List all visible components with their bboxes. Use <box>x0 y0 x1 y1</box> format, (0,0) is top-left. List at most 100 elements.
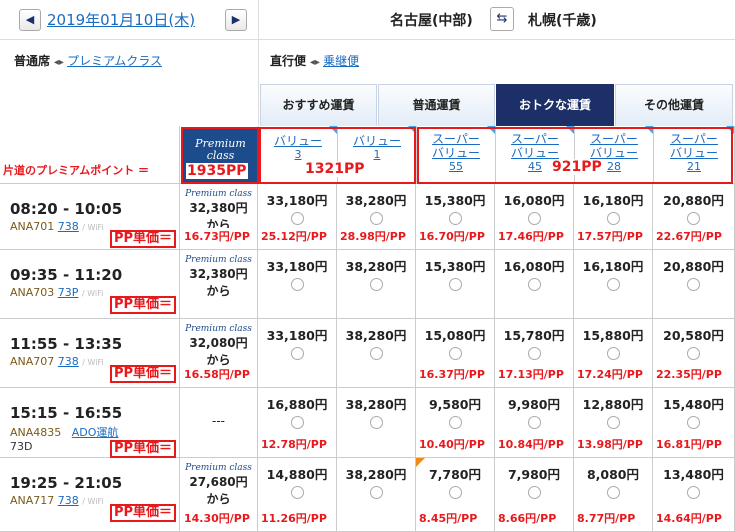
fare-price: 16,180円 <box>582 259 644 274</box>
fare-radio[interactable] <box>687 416 700 429</box>
fare-radio[interactable] <box>448 212 462 225</box>
aircraft-link[interactable]: 73P <box>58 286 79 299</box>
fare-cell[interactable]: 33,180円 <box>258 319 337 387</box>
fare-cell[interactable]: 15,480円 16.81円/PP <box>653 388 735 457</box>
fare-cell[interactable]: 38,280円 <box>337 388 416 457</box>
pp-unit-label: PP単価＝ <box>110 504 177 522</box>
flight-number-row: ANA4835 ADO運航 73D <box>10 424 118 453</box>
fare-radio[interactable] <box>527 347 541 360</box>
fare-radio[interactable] <box>687 212 700 225</box>
fare-cell[interactable]: 8,080円 8.77円/PP <box>574 458 653 531</box>
fare-radio[interactable] <box>369 278 383 291</box>
wifi-icon: / WiFi <box>82 358 104 367</box>
fare-price: 15,880円 <box>582 328 644 343</box>
aircraft-link[interactable]: 738 <box>58 494 79 507</box>
fare-radio[interactable] <box>290 416 304 429</box>
fare-cell[interactable]: 7,780円 8.45円/PP <box>416 458 495 531</box>
fare-cell[interactable]: 16,080円 <box>495 250 574 318</box>
date-link[interactable]: 2019年01月10日(木) <box>47 9 195 30</box>
seat-alt-link[interactable]: プレミアムクラス <box>67 54 162 68</box>
premium-price[interactable]: 32,080円 <box>180 334 257 351</box>
fare-radio[interactable] <box>448 486 462 499</box>
fare-radio[interactable] <box>290 486 304 499</box>
aircraft-link[interactable]: 738 <box>58 355 79 368</box>
flight-time: 19:25 - 21:05 <box>10 474 123 492</box>
tab-discount[interactable]: おトクな運賃 <box>496 84 614 126</box>
pp-unit-value: 25.12円/PP <box>261 228 327 244</box>
fare-cell[interactable]: 16,080円 17.46円/PP <box>495 184 574 249</box>
next-day-button[interactable]: ▶ <box>225 9 247 31</box>
fare-cell[interactable]: 33,180円 25.12円/PP <box>258 184 337 249</box>
fare-cell[interactable]: 20,880円 22.67円/PP <box>653 184 735 249</box>
fare-cell[interactable]: 12,880円 13.98円/PP <box>574 388 653 457</box>
fare-cell[interactable]: 15,380円 <box>416 250 495 318</box>
fare-cell[interactable]: 38,280円 <box>337 458 416 531</box>
fare-cell[interactable]: 15,880円 17.24円/PP <box>574 319 653 387</box>
fare-cell[interactable]: 13,480円 14.64円/PP <box>653 458 735 531</box>
premium-price[interactable]: 32,380円 <box>180 265 257 282</box>
pp-unit-label: PP単価＝ <box>110 365 177 383</box>
fare-price: 7,980円 <box>507 467 561 482</box>
premium-price-cell: Premium class 27,680円 から 14.30円/PP <box>180 458 258 531</box>
fare-radio[interactable] <box>448 416 462 429</box>
swap-route-button[interactable]: ⇆ <box>490 7 514 31</box>
fare-radio[interactable] <box>527 416 541 429</box>
fare-radio[interactable] <box>369 347 383 360</box>
fare-radio[interactable] <box>527 486 541 499</box>
fare-radio[interactable] <box>369 416 383 429</box>
premium-price[interactable]: 32,380円 <box>180 199 257 216</box>
route-alt-link[interactable]: 乗継便 <box>323 54 359 68</box>
fare-cell[interactable]: 15,380円 16.70円/PP <box>416 184 495 249</box>
fare-radio[interactable] <box>290 278 304 291</box>
fare-radio[interactable] <box>606 347 620 360</box>
fare-radio[interactable] <box>687 278 700 291</box>
fare-radio[interactable] <box>369 486 383 499</box>
codeshare-link[interactable]: ADO運航 <box>72 426 119 439</box>
fare-cell[interactable]: 38,280円 <box>337 250 416 318</box>
fare-radio[interactable] <box>606 486 620 499</box>
fare-cell[interactable]: 33,180円 <box>258 250 337 318</box>
fare-cell[interactable]: 16,880円 12.78円/PP <box>258 388 337 457</box>
prev-day-button[interactable]: ◀ <box>19 9 41 31</box>
fare-cell[interactable]: 7,980円 8.66円/PP <box>495 458 574 531</box>
fare-price: 16,080円 <box>503 259 565 274</box>
tab-normal[interactable]: 普通運賃 <box>378 84 495 126</box>
fare-cell[interactable]: 20,580円 22.35円/PP <box>653 319 735 387</box>
fare-cell[interactable]: 16,180円 17.57円/PP <box>574 184 653 249</box>
fare-radio[interactable] <box>606 416 620 429</box>
fare-cell[interactable]: 14,880円 11.26円/PP <box>258 458 337 531</box>
premium-price-cell: --- <box>180 388 258 457</box>
fare-cell[interactable]: 20,880円 <box>653 250 735 318</box>
fare-radio[interactable] <box>606 278 620 291</box>
flight-number: ANA703 <box>10 286 55 299</box>
fare-radio[interactable] <box>687 486 700 499</box>
fare-price: 38,280円 <box>345 259 407 274</box>
fare-price: 8,080円 <box>586 467 640 482</box>
fare-radio[interactable] <box>448 278 462 291</box>
flight-number-row: ANA707 738 / WiFi <box>10 355 104 368</box>
premium-price[interactable]: 27,680円 <box>180 473 257 490</box>
fare-radio[interactable] <box>606 212 620 225</box>
fare-radio[interactable] <box>687 347 700 360</box>
swap-icon: ⇆ <box>496 11 508 26</box>
flight-number-row: ANA701 738 / WiFi <box>10 220 104 233</box>
fare-cell[interactable]: 15,780円 17.13円/PP <box>495 319 574 387</box>
fare-cell[interactable]: 38,280円 28.98円/PP <box>337 184 416 249</box>
fare-radio[interactable] <box>527 278 541 291</box>
fare-cell[interactable]: 15,080円 16.37円/PP <box>416 319 495 387</box>
tab-other[interactable]: その他運賃 <box>615 84 733 126</box>
fare-radio[interactable] <box>290 347 304 360</box>
fare-radio[interactable] <box>527 212 541 225</box>
fare-cell[interactable]: 16,180円 <box>574 250 653 318</box>
fare-price: 33,180円 <box>266 259 328 274</box>
aircraft-link[interactable]: 738 <box>58 220 79 233</box>
fare-cell[interactable]: 9,580円 10.40円/PP <box>416 388 495 457</box>
fare-cell[interactable]: 38,280円 <box>337 319 416 387</box>
fare-radio[interactable] <box>448 347 462 360</box>
fare-cell[interactable]: 9,980円 10.84円/PP <box>495 388 574 457</box>
table-row: 11:55 - 13:35 ANA707 738 / WiFi PP単価＝ Premi… <box>0 319 735 388</box>
tab-recommended[interactable]: おすすめ運賃 <box>260 84 377 126</box>
fare-radio[interactable] <box>369 212 383 225</box>
fare-radio[interactable] <box>290 212 304 225</box>
premium-price-cell: Premium class 32,380円 から <box>180 250 258 318</box>
